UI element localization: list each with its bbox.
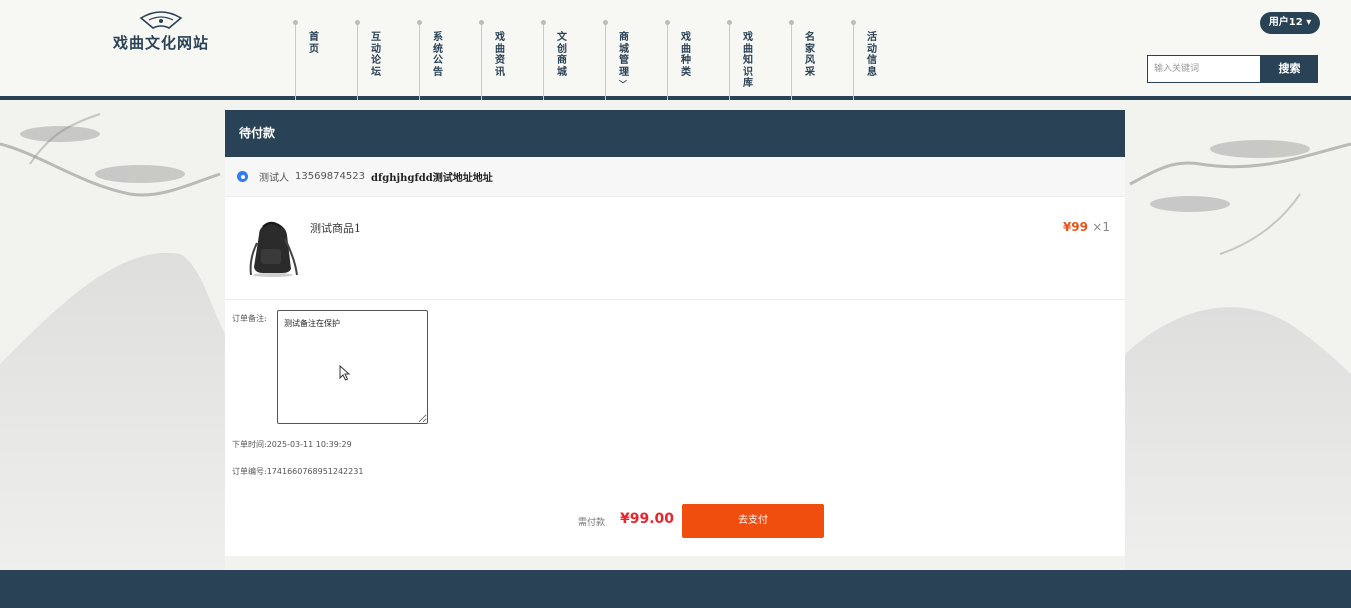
- nav-item-announcements[interactable]: 系统公告: [417, 20, 481, 100]
- order-number: 订单编号:1741660768951242231: [232, 466, 363, 477]
- nav-item-opera-news[interactable]: 戏曲资讯: [479, 20, 543, 100]
- user-menu-button[interactable]: 用户12 ▾: [1260, 12, 1320, 34]
- nav-item-forum[interactable]: 互动论坛: [355, 20, 419, 100]
- nav-item-home[interactable]: 首页: [293, 20, 357, 100]
- order-remark-label: 订单备注:: [232, 314, 267, 323]
- goods-price: ¥99: [1062, 220, 1088, 234]
- order-number-label: 订单编号:: [232, 467, 267, 476]
- order-status-title: 待付款: [225, 110, 1125, 157]
- fan-logo-icon: [139, 11, 183, 29]
- goods-quantity: ×1: [1092, 220, 1110, 234]
- nav-item-label: 首页: [309, 32, 319, 55]
- recipient-name: 测试人: [259, 173, 289, 184]
- nav-item-label: 戏曲种类: [681, 32, 691, 78]
- order-remark-textarea[interactable]: [277, 310, 428, 424]
- site-logo[interactable]: 戏曲文化网站: [108, 10, 214, 53]
- nav-item-shop-management[interactable]: 商城管理 ﹀: [603, 20, 667, 100]
- nav-item-label: 戏曲知识库: [743, 32, 753, 89]
- nav-item-label: 活动信息: [867, 32, 877, 78]
- location-pin-icon: [237, 171, 248, 182]
- nav-item-label: 戏曲资讯: [495, 32, 505, 78]
- goods-name: 测试商品1: [310, 222, 361, 235]
- nav-item-creative-shop[interactable]: 文创商城: [541, 20, 605, 100]
- recipient-phone: 13569874523: [295, 171, 365, 182]
- nav-item-label: 名家风采: [805, 32, 815, 78]
- nav-item-masters[interactable]: 名家风采: [789, 20, 853, 100]
- address-detail: dfghjhgfdd测试地址地址: [371, 173, 493, 184]
- nav-item-label: 文创商城: [557, 32, 567, 78]
- nav-item-knowledge-base[interactable]: 戏曲知识库: [727, 20, 791, 100]
- site-footer: [0, 570, 1351, 608]
- order-card: 待付款 测试人 13569874523 dfghjhgfdd测试地址地址 测试商…: [225, 110, 1125, 556]
- shipping-address: 测试人 13569874523 dfghjhgfdd测试地址地址: [225, 157, 1125, 197]
- order-number-value: 1741660768951242231: [266, 467, 364, 476]
- pay-button[interactable]: 去支付: [682, 504, 824, 538]
- nav-item-label: 商城管理 ﹀: [619, 32, 631, 91]
- nav-item-label: 互动论坛: [371, 32, 381, 78]
- nav-item-label: 系统公告: [433, 32, 443, 78]
- pay-amount: ¥99.00: [620, 511, 675, 527]
- site-header: 戏曲文化网站 首页 互动论坛 系统公告 戏曲资讯 文创商城 商城管理 ﹀ 戏曲种…: [0, 0, 1351, 100]
- search-input[interactable]: [1147, 55, 1261, 83]
- pay-label: 需付款: [578, 518, 606, 528]
- nav-item-events[interactable]: 活动信息: [851, 20, 915, 100]
- site-name: 戏曲文化网站: [112, 34, 209, 52]
- user-name: 用户12: [1268, 17, 1303, 28]
- goods-item: 测试商品1 ¥99 ×1: [225, 197, 1125, 300]
- order-time: 下单时间:2025-03-11 10:39:29: [232, 439, 352, 450]
- search-button[interactable]: 搜索: [1261, 55, 1318, 83]
- nav-item-opera-types[interactable]: 戏曲种类: [665, 20, 729, 100]
- order-time-value: 2025-03-11 10:39:29: [266, 440, 352, 449]
- mouse-cursor-icon: [339, 365, 351, 381]
- chevron-down-icon: ﹀: [619, 79, 627, 89]
- order-time-label: 下单时间:: [232, 440, 267, 449]
- nav-item-label-text: 商城管理: [619, 32, 629, 78]
- backpack-icon: [249, 221, 298, 277]
- caret-down-icon: ▾: [1306, 17, 1312, 28]
